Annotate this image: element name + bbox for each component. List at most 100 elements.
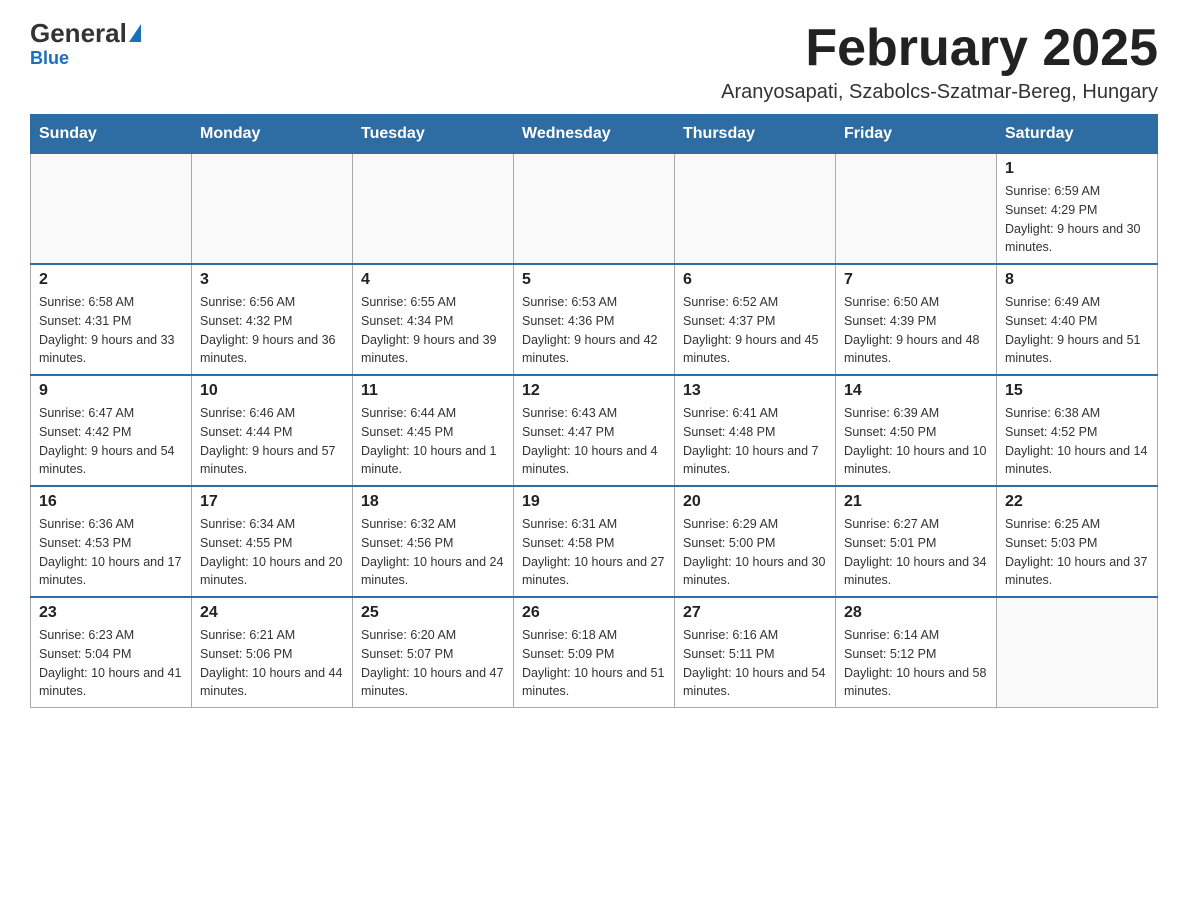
calendar-cell: 12 Sunrise: 6:43 AMSunset: 4:47 PMDayligh… [514,375,675,486]
day-number: 7 [844,271,988,289]
day-info: Sunrise: 6:43 AMSunset: 4:47 PMDaylight:… [522,404,666,479]
day-info: Sunrise: 6:52 AMSunset: 4:37 PMDaylight:… [683,293,827,368]
logo-triangle-icon [129,24,141,42]
day-number: 18 [361,493,505,511]
day-number: 1 [1005,160,1149,178]
calendar-cell: 15 Sunrise: 6:38 AMSunset: 4:52 PMDayligh… [997,375,1158,486]
day-number: 8 [1005,271,1149,289]
calendar-cell: 20 Sunrise: 6:29 AMSunset: 5:00 PMDayligh… [675,486,836,597]
day-info: Sunrise: 6:46 AMSunset: 4:44 PMDaylight:… [200,404,344,479]
calendar-cell: 1 Sunrise: 6:59 AMSunset: 4:29 PMDaylight… [997,154,1158,265]
day-info: Sunrise: 6:23 AMSunset: 5:04 PMDaylight:… [39,626,183,701]
day-info: Sunrise: 6:21 AMSunset: 5:06 PMDaylight:… [200,626,344,701]
weekday-header-monday: Monday [192,115,353,154]
calendar-cell: 17Sunrise: 6:34 AMSunset: 4:55 PMDayligh… [192,486,353,597]
day-number: 28 [844,604,988,622]
day-number: 17 [200,493,344,511]
calendar-cell: 13 Sunrise: 6:41 AMSunset: 4:48 PMDayligh… [675,375,836,486]
day-number: 20 [683,493,827,511]
day-info: Sunrise: 6:47 AMSunset: 4:42 PMDaylight:… [39,404,183,479]
calendar-cell [192,154,353,265]
weekday-header-row: SundayMondayTuesdayWednesdayThursdayFrid… [31,115,1158,154]
day-info: Sunrise: 6:18 AMSunset: 5:09 PMDaylight:… [522,626,666,701]
day-info: Sunrise: 6:41 AMSunset: 4:48 PMDaylight:… [683,404,827,479]
calendar-cell [514,154,675,265]
weekday-header-tuesday: Tuesday [353,115,514,154]
day-info: Sunrise: 6:31 AMSunset: 4:58 PMDaylight:… [522,515,666,590]
calendar-cell: 14 Sunrise: 6:39 AMSunset: 4:50 PMDayligh… [836,375,997,486]
calendar-cell [31,154,192,265]
calendar-cell: 2Sunrise: 6:58 AMSunset: 4:31 PMDaylight… [31,264,192,375]
day-info: Sunrise: 6:27 AMSunset: 5:01 PMDaylight:… [844,515,988,590]
weekday-header-friday: Friday [836,115,997,154]
calendar-cell: 9 Sunrise: 6:47 AMSunset: 4:42 PMDaylight… [31,375,192,486]
month-title: February 2025 [721,20,1158,77]
day-info: Sunrise: 6:59 AMSunset: 4:29 PMDaylight:… [1005,182,1149,257]
day-number: 25 [361,604,505,622]
day-number: 13 [683,382,827,400]
day-number: 27 [683,604,827,622]
calendar-cell: 4 Sunrise: 6:55 AMSunset: 4:34 PMDaylight… [353,264,514,375]
calendar-cell: 7Sunrise: 6:50 AMSunset: 4:39 PMDaylight… [836,264,997,375]
weekday-header-thursday: Thursday [675,115,836,154]
day-info: Sunrise: 6:53 AMSunset: 4:36 PMDaylight:… [522,293,666,368]
weekday-header-sunday: Sunday [31,115,192,154]
day-info: Sunrise: 6:29 AMSunset: 5:00 PMDaylight:… [683,515,827,590]
day-number: 6 [683,271,827,289]
day-number: 12 [522,382,666,400]
day-number: 11 [361,382,505,400]
day-info: Sunrise: 6:38 AMSunset: 4:52 PMDaylight:… [1005,404,1149,479]
title-block: February 2025 Aranyosapati, Szabolcs-Sza… [721,20,1158,104]
calendar-cell: 5 Sunrise: 6:53 AMSunset: 4:36 PMDaylight… [514,264,675,375]
calendar-cell: 24Sunrise: 6:21 AMSunset: 5:06 PMDayligh… [192,597,353,708]
day-info: Sunrise: 6:49 AMSunset: 4:40 PMDaylight:… [1005,293,1149,368]
day-number: 3 [200,271,344,289]
calendar-cell: 11 Sunrise: 6:44 AMSunset: 4:45 PMDayligh… [353,375,514,486]
day-number: 15 [1005,382,1149,400]
calendar-cell: 18 Sunrise: 6:32 AMSunset: 4:56 PMDayligh… [353,486,514,597]
day-number: 26 [522,604,666,622]
day-number: 16 [39,493,183,511]
day-info: Sunrise: 6:56 AMSunset: 4:32 PMDaylight:… [200,293,344,368]
day-info: Sunrise: 6:16 AMSunset: 5:11 PMDaylight:… [683,626,827,701]
calendar-week-row: 16 Sunrise: 6:36 AMSunset: 4:53 PMDayligh… [31,486,1158,597]
day-number: 9 [39,382,183,400]
day-number: 5 [522,271,666,289]
calendar-week-row: 2Sunrise: 6:58 AMSunset: 4:31 PMDaylight… [31,264,1158,375]
logo-sub-text: Blue [30,48,69,69]
day-number: 14 [844,382,988,400]
day-number: 19 [522,493,666,511]
day-number: 22 [1005,493,1149,511]
logo: General Blue [30,20,141,69]
calendar-cell [997,597,1158,708]
weekday-header-wednesday: Wednesday [514,115,675,154]
calendar-week-row: 23Sunrise: 6:23 AMSunset: 5:04 PMDayligh… [31,597,1158,708]
calendar-week-row: 9 Sunrise: 6:47 AMSunset: 4:42 PMDaylight… [31,375,1158,486]
calendar-cell [675,154,836,265]
calendar-cell: 25 Sunrise: 6:20 AMSunset: 5:07 PMDayligh… [353,597,514,708]
day-number: 10 [200,382,344,400]
logo-main-text: General [30,20,127,46]
calendar-cell: 10 Sunrise: 6:46 AMSunset: 4:44 PMDayligh… [192,375,353,486]
day-info: Sunrise: 6:36 AMSunset: 4:53 PMDaylight:… [39,515,183,590]
day-number: 4 [361,271,505,289]
calendar-week-row: 1 Sunrise: 6:59 AMSunset: 4:29 PMDaylight… [31,154,1158,265]
calendar-cell: 21 Sunrise: 6:27 AMSunset: 5:01 PMDayligh… [836,486,997,597]
calendar-cell: 27 Sunrise: 6:16 AMSunset: 5:11 PMDayligh… [675,597,836,708]
calendar-cell: 28Sunrise: 6:14 AMSunset: 5:12 PMDayligh… [836,597,997,708]
day-info: Sunrise: 6:20 AMSunset: 5:07 PMDaylight:… [361,626,505,701]
weekday-header-saturday: Saturday [997,115,1158,154]
page-header: General Blue February 2025 Aranyosapati,… [30,20,1158,104]
calendar-cell: 22Sunrise: 6:25 AMSunset: 5:03 PMDayligh… [997,486,1158,597]
calendar-cell: 8 Sunrise: 6:49 AMSunset: 4:40 PMDaylight… [997,264,1158,375]
day-info: Sunrise: 6:32 AMSunset: 4:56 PMDaylight:… [361,515,505,590]
day-number: 21 [844,493,988,511]
location-subtitle: Aranyosapati, Szabolcs-Szatmar-Bereg, Hu… [721,81,1158,104]
calendar-table: SundayMondayTuesdayWednesdayThursdayFrid… [30,114,1158,708]
day-info: Sunrise: 6:39 AMSunset: 4:50 PMDaylight:… [844,404,988,479]
day-info: Sunrise: 6:55 AMSunset: 4:34 PMDaylight:… [361,293,505,368]
calendar-cell: 3 Sunrise: 6:56 AMSunset: 4:32 PMDaylight… [192,264,353,375]
calendar-cell: 6 Sunrise: 6:52 AMSunset: 4:37 PMDaylight… [675,264,836,375]
day-info: Sunrise: 6:44 AMSunset: 4:45 PMDaylight:… [361,404,505,479]
calendar-cell: 19 Sunrise: 6:31 AMSunset: 4:58 PMDayligh… [514,486,675,597]
